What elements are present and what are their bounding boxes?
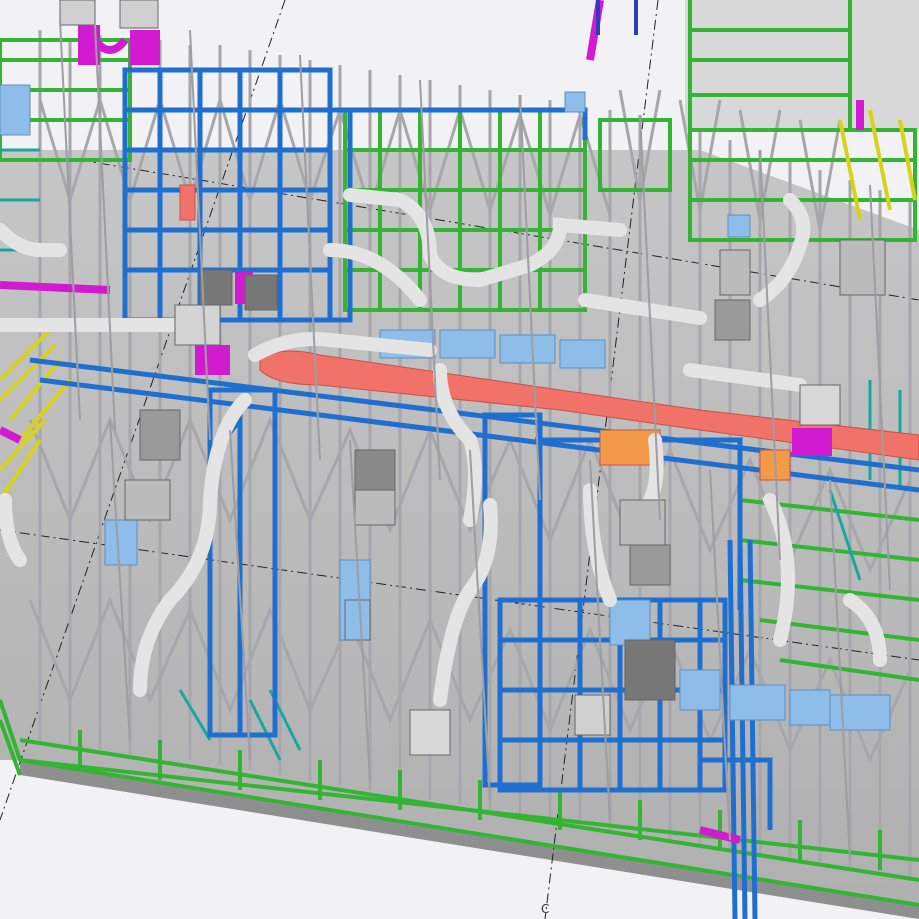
bim-3d-model[interactable]: [0, 0, 919, 919]
model-viewport[interactable]: C: [0, 0, 919, 919]
riser-pipes: [596, 0, 638, 35]
grid-reference-label: C: [541, 902, 550, 916]
